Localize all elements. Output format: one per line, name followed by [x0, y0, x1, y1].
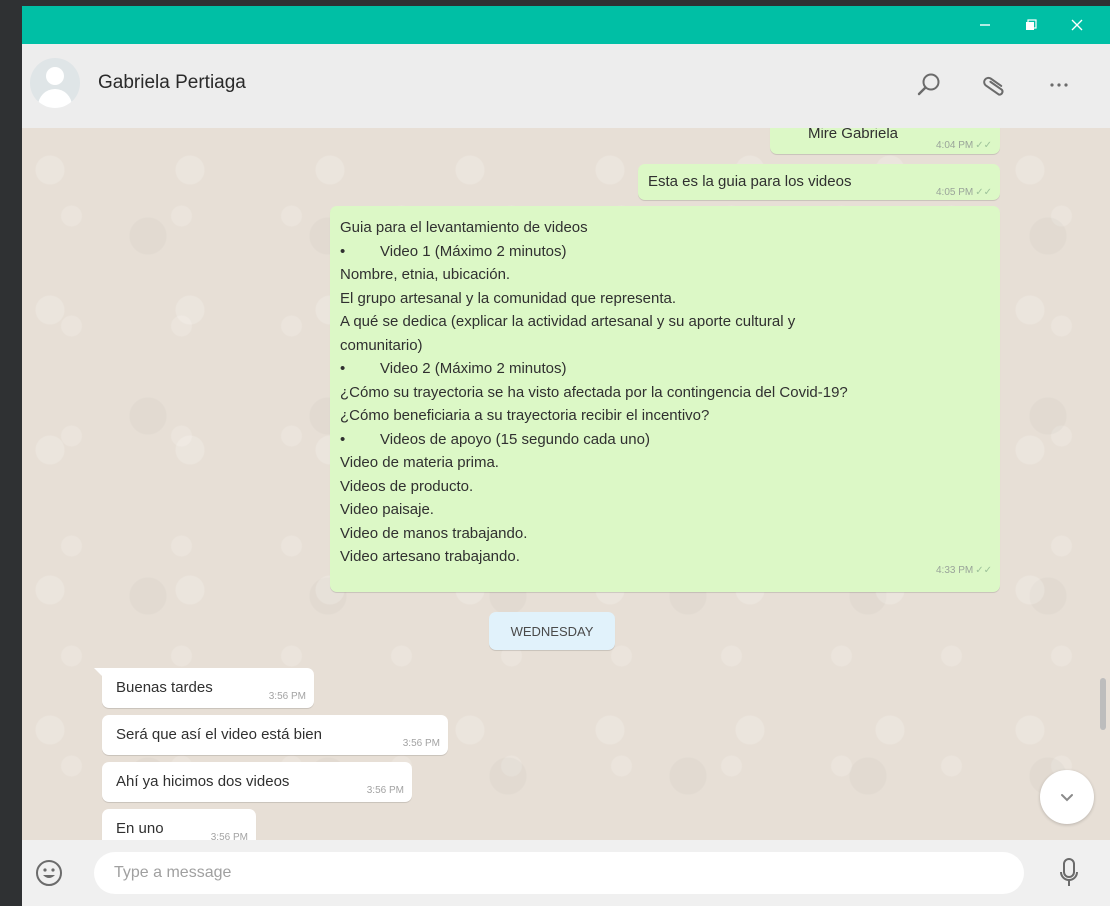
message-line: ¿Cómo su trayectoria se ha visto afectad… — [340, 383, 848, 401]
chevron-down-icon — [1061, 794, 1073, 802]
message-line: • Video 1 (Máximo 2 minutos) — [340, 240, 848, 264]
message-time: 3:56 PM — [402, 738, 440, 749]
chat-header: Gabriela Pertiaga — [22, 44, 1110, 129]
message-line: Video de materia prima. — [340, 454, 499, 471]
attach-button[interactable] — [980, 70, 1010, 100]
message-text: Mire Gabriela — [807, 128, 898, 142]
message-time: 3:56 PM — [210, 832, 248, 840]
message-time: 4:04 PM — [935, 140, 974, 151]
message-meta: 4:33 PM ✓✓ — [936, 557, 992, 583]
read-ticks-icon: ✓✓ — [975, 564, 992, 576]
message-line: Video de manos trabajando. — [340, 524, 528, 542]
message-text: Buenas tardes — [116, 679, 213, 696]
avatar-body — [38, 89, 72, 108]
message-line: Video paisaje. — [340, 501, 434, 518]
microphone-icon — [1060, 858, 1078, 886]
message-line: El grupo artesanal y la comunidad que re… — [340, 289, 677, 307]
search-button[interactable] — [914, 70, 944, 100]
bullet: • — [340, 242, 346, 260]
restore-button[interactable] — [1008, 6, 1054, 44]
emoji-button[interactable] — [34, 858, 64, 888]
chat-window: Gabriela Pertiaga Mire Gabriela 4:04 PM ✓… — [22, 6, 1110, 906]
message-line-text: Video 1 (Máximo 2 minutos) — [380, 242, 567, 260]
bullet: • — [340, 430, 346, 448]
message-line-text: Videos de apoyo (15 segundo cada uno) — [380, 430, 650, 448]
contact-name[interactable]: Gabriela Pertiaga — [98, 72, 246, 94]
message-line-text: Video 2 (Máximo 2 minutos) — [380, 360, 567, 377]
message-text: Guia para el levantamiento de videos • Vi… — [340, 216, 848, 569]
avatar-head — [46, 67, 64, 85]
composer — [22, 840, 1110, 906]
message-time: 4:05 PM — [935, 187, 974, 198]
message-incoming[interactable]: En uno 3:56 PM — [102, 809, 256, 840]
message-meta: 4:04 PM ✓✓ — [936, 132, 992, 158]
message-text: Será que así el video está bien — [116, 726, 322, 743]
read-ticks-icon: ✓✓ — [975, 140, 992, 151]
title-bar — [22, 6, 1110, 44]
restore-icon — [1026, 19, 1037, 30]
message-text: Esta es la guia para los videos — [648, 173, 852, 190]
minimize-button[interactable] — [962, 6, 1008, 44]
more-icon — [1050, 83, 1068, 87]
scrollbar-thumb[interactable] — [1100, 678, 1106, 730]
message-line: Video artesano trabajando. — [340, 548, 520, 565]
message-outgoing[interactable]: Mire Gabriela 4:04 PM ✓✓ — [770, 128, 1000, 154]
day-separator: WEDNESDAY — [489, 612, 615, 650]
message-text: En uno — [116, 820, 164, 837]
minimize-icon — [980, 24, 990, 26]
close-button[interactable] — [1054, 6, 1100, 44]
message-incoming[interactable]: Buenas tardes 3:56 PM — [102, 668, 314, 708]
emoji-icon — [36, 860, 62, 886]
message-outgoing-guide[interactable]: Guia para el levantamiento de videos • Vi… — [330, 206, 1000, 592]
message-line: • Videos de apoyo (15 segundo cada uno) — [340, 428, 848, 452]
avatar[interactable] — [30, 58, 80, 108]
message-input[interactable] — [94, 852, 1024, 894]
close-icon — [1071, 19, 1083, 31]
message-incoming[interactable]: Será que así el video está bien 3:56 PM — [102, 715, 448, 755]
search-icon — [917, 73, 940, 96]
message-time: 4:33 PM — [935, 564, 974, 576]
message-incoming[interactable]: Ahí ya hicimos dos videos 3:56 PM — [102, 762, 412, 802]
message-line: Nombre, etnia, ubicación. — [340, 266, 511, 283]
message-line: • Video 2 (Máximo 2 minutos) — [340, 357, 848, 381]
message-line: comunitario) — [340, 336, 423, 354]
paperclip-icon — [983, 76, 1004, 96]
scroll-to-bottom-button[interactable] — [1040, 770, 1094, 824]
message-line: ¿Cómo beneficiaria a su trayectoria reci… — [340, 407, 710, 424]
message-line: Videos de producto. — [340, 477, 474, 495]
voice-message-button[interactable] — [1054, 856, 1084, 890]
read-ticks-icon: ✓✓ — [975, 187, 992, 198]
message-line: Guia para el levantamiento de videos — [340, 219, 588, 236]
more-button[interactable] — [1044, 70, 1074, 100]
message-time: 3:56 PM — [268, 691, 306, 702]
message-text: Ahí ya hicimos dos videos — [116, 773, 290, 790]
bullet: • — [340, 360, 346, 377]
message-outgoing[interactable]: Esta es la guia para los videos 4:05 PM ✓… — [638, 164, 1000, 200]
message-line: A qué se dedica (explicar la actividad a… — [340, 313, 796, 330]
message-time: 3:56 PM — [366, 785, 404, 796]
message-list[interactable]: Mire Gabriela 4:04 PM ✓✓ Esta es la guia … — [22, 128, 1110, 840]
message-meta: 4:05 PM ✓✓ — [936, 179, 992, 205]
